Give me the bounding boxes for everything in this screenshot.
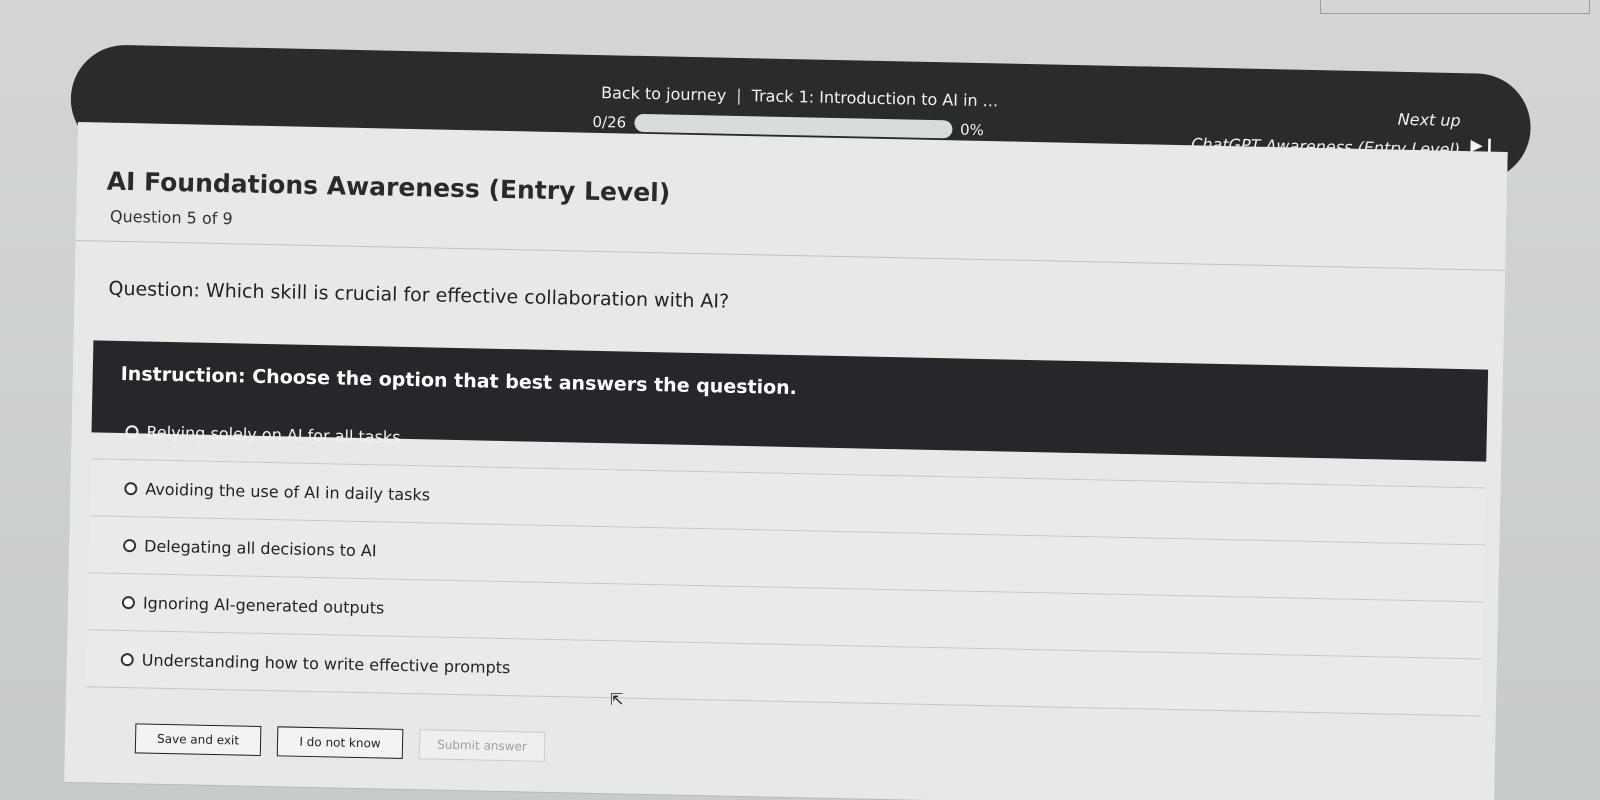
header-breadcrumb: Back to journey | Track 1: Introduction … xyxy=(601,83,998,110)
question-text: Question: Which skill is crucial for eff… xyxy=(108,277,730,313)
answer-option-label: Ignoring AI-generated outputs xyxy=(142,592,385,618)
answer-options: Relying solely on AI for all tasks Avoid… xyxy=(86,402,1487,717)
next-up-label: Next up xyxy=(1397,109,1461,131)
dont-know-button[interactable]: I do not know xyxy=(276,726,404,759)
question-card: AI Foundations Awareness (Entry Level) Q… xyxy=(64,122,1508,800)
save-and-exit-button[interactable]: Save and exit xyxy=(134,723,262,756)
radio-button[interactable] xyxy=(121,595,136,609)
question-counter: Question 5 of 9 xyxy=(109,206,233,229)
divider xyxy=(75,239,1506,271)
radio-button[interactable] xyxy=(124,481,138,495)
answer-option-label: Understanding how to write effective pro… xyxy=(141,649,511,677)
track-title: Track 1: Introduction to AI in ... xyxy=(751,86,999,111)
answer-option-label: Avoiding the use of AI in daily tasks xyxy=(145,478,431,504)
mouse-cursor-icon: ⇱ xyxy=(610,690,624,709)
screen: Back to journey | Track 1: Introduction … xyxy=(0,0,1600,800)
progress-percent: 0% xyxy=(959,120,985,140)
instruction-text: Instruction: Choose the option that best… xyxy=(120,362,798,400)
radio-button[interactable] xyxy=(120,652,134,666)
breadcrumb-separator: | xyxy=(736,85,742,106)
progress-count: 0/26 xyxy=(592,112,627,132)
radio-button[interactable] xyxy=(125,424,139,438)
answer-option-label: Relying solely on AI for all tasks xyxy=(146,422,401,447)
back-to-journey-link[interactable]: Back to journey xyxy=(601,83,727,105)
page-title: AI Foundations Awareness (Entry Level) xyxy=(106,166,671,208)
submit-answer-button[interactable]: Submit answer xyxy=(418,729,546,762)
action-buttons: Save and exit I do not know Submit answe… xyxy=(134,723,546,762)
answer-option-label: Delegating all decisions to AI xyxy=(143,535,377,560)
window-edge xyxy=(1320,0,1590,14)
radio-button[interactable] xyxy=(123,538,137,552)
